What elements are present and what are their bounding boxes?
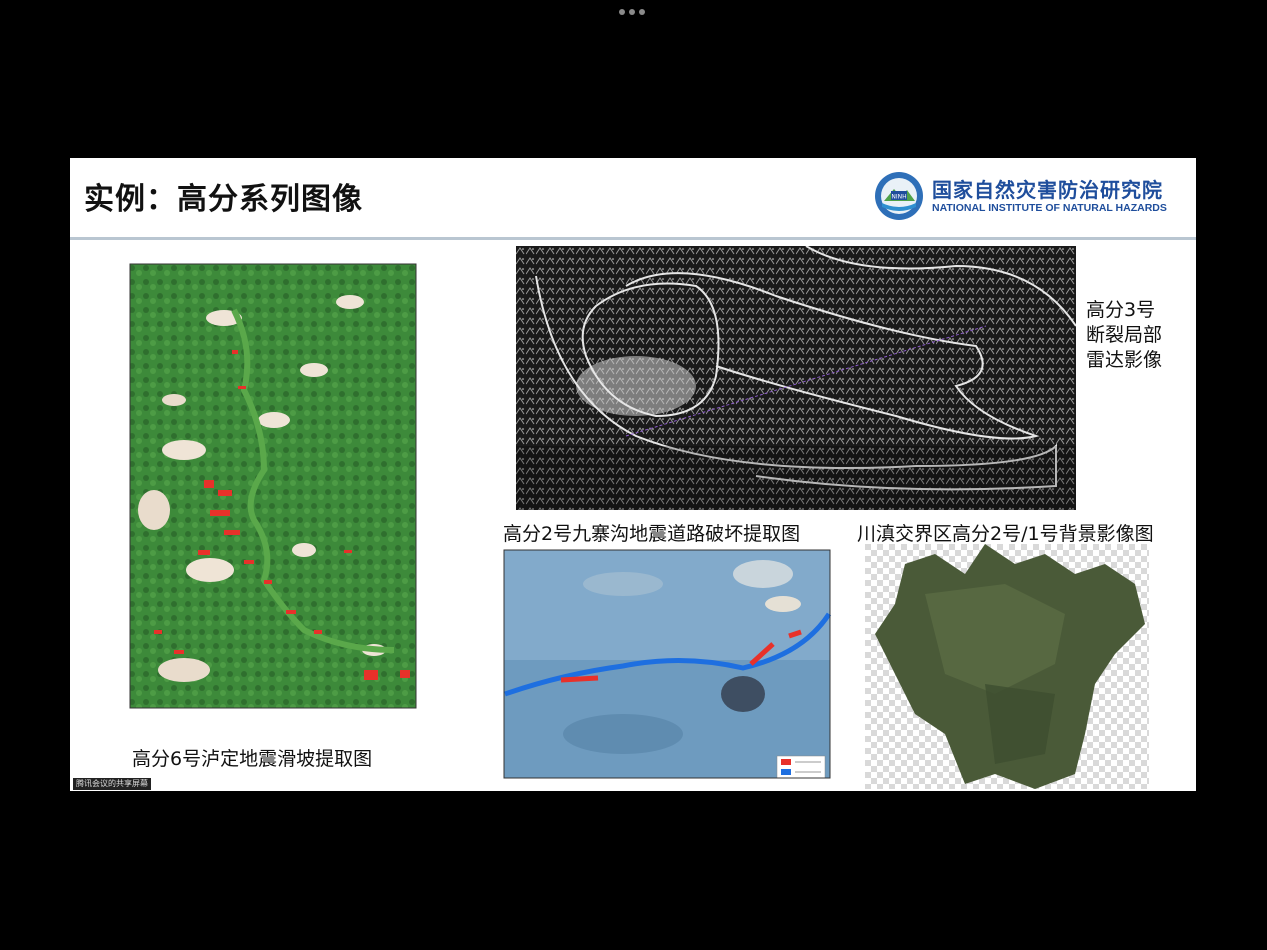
gf2-background-caption: 川滇交界区高分2号/1号背景影像图 xyxy=(857,523,1154,545)
more-dots-icon[interactable] xyxy=(619,7,649,17)
screen-share-watermark: 腾讯会议的共享屏幕 xyxy=(73,778,151,790)
gf6-landslide-map xyxy=(114,250,430,720)
presentation-slide: 实例：高分系列图像 NINH 国家自然灾害防治研究院 NATIONAL INST… xyxy=(70,158,1196,791)
gf2-background-mosaic xyxy=(865,544,1149,789)
gf2-road-caption: 高分2号九寨沟地震道路破坏提取图 xyxy=(503,523,801,545)
dot xyxy=(639,9,645,15)
gf6-caption: 高分6号泸定地震滑坡提取图 xyxy=(132,748,373,770)
gf3-radar-graphic xyxy=(516,246,1076,510)
gf2-road-damage-map xyxy=(503,544,833,789)
institute-emblem-icon: NINH xyxy=(875,172,923,220)
gf3-caption-line1: 高分3号 xyxy=(1086,299,1156,321)
gf6-map-graphic xyxy=(129,263,417,709)
gf3-caption: 高分3号 断裂局部 雷达影像 xyxy=(1086,298,1162,373)
gf3-caption-line2: 断裂局部 xyxy=(1086,324,1163,346)
dot xyxy=(619,9,625,15)
emblem-text: NINH xyxy=(891,194,906,201)
dot xyxy=(629,9,635,15)
gf3-caption-line3: 雷达影像 xyxy=(1086,349,1163,371)
slide-title: 实例：高分系列图像 xyxy=(84,182,363,217)
institute-name-cn: 国家自然灾害防治研究院 xyxy=(932,177,1163,202)
gf2-road-graphic xyxy=(503,549,832,779)
header-divider xyxy=(70,237,1196,240)
institute-logo: NINH 国家自然灾害防治研究院 NATIONAL INSTITUTE OF N… xyxy=(874,170,1174,222)
institute-name-en: NATIONAL INSTITUTE OF NATURAL HAZARDS xyxy=(932,201,1167,214)
gf2-mosaic-graphic xyxy=(865,544,1149,789)
gf3-radar-image xyxy=(516,246,1076,510)
